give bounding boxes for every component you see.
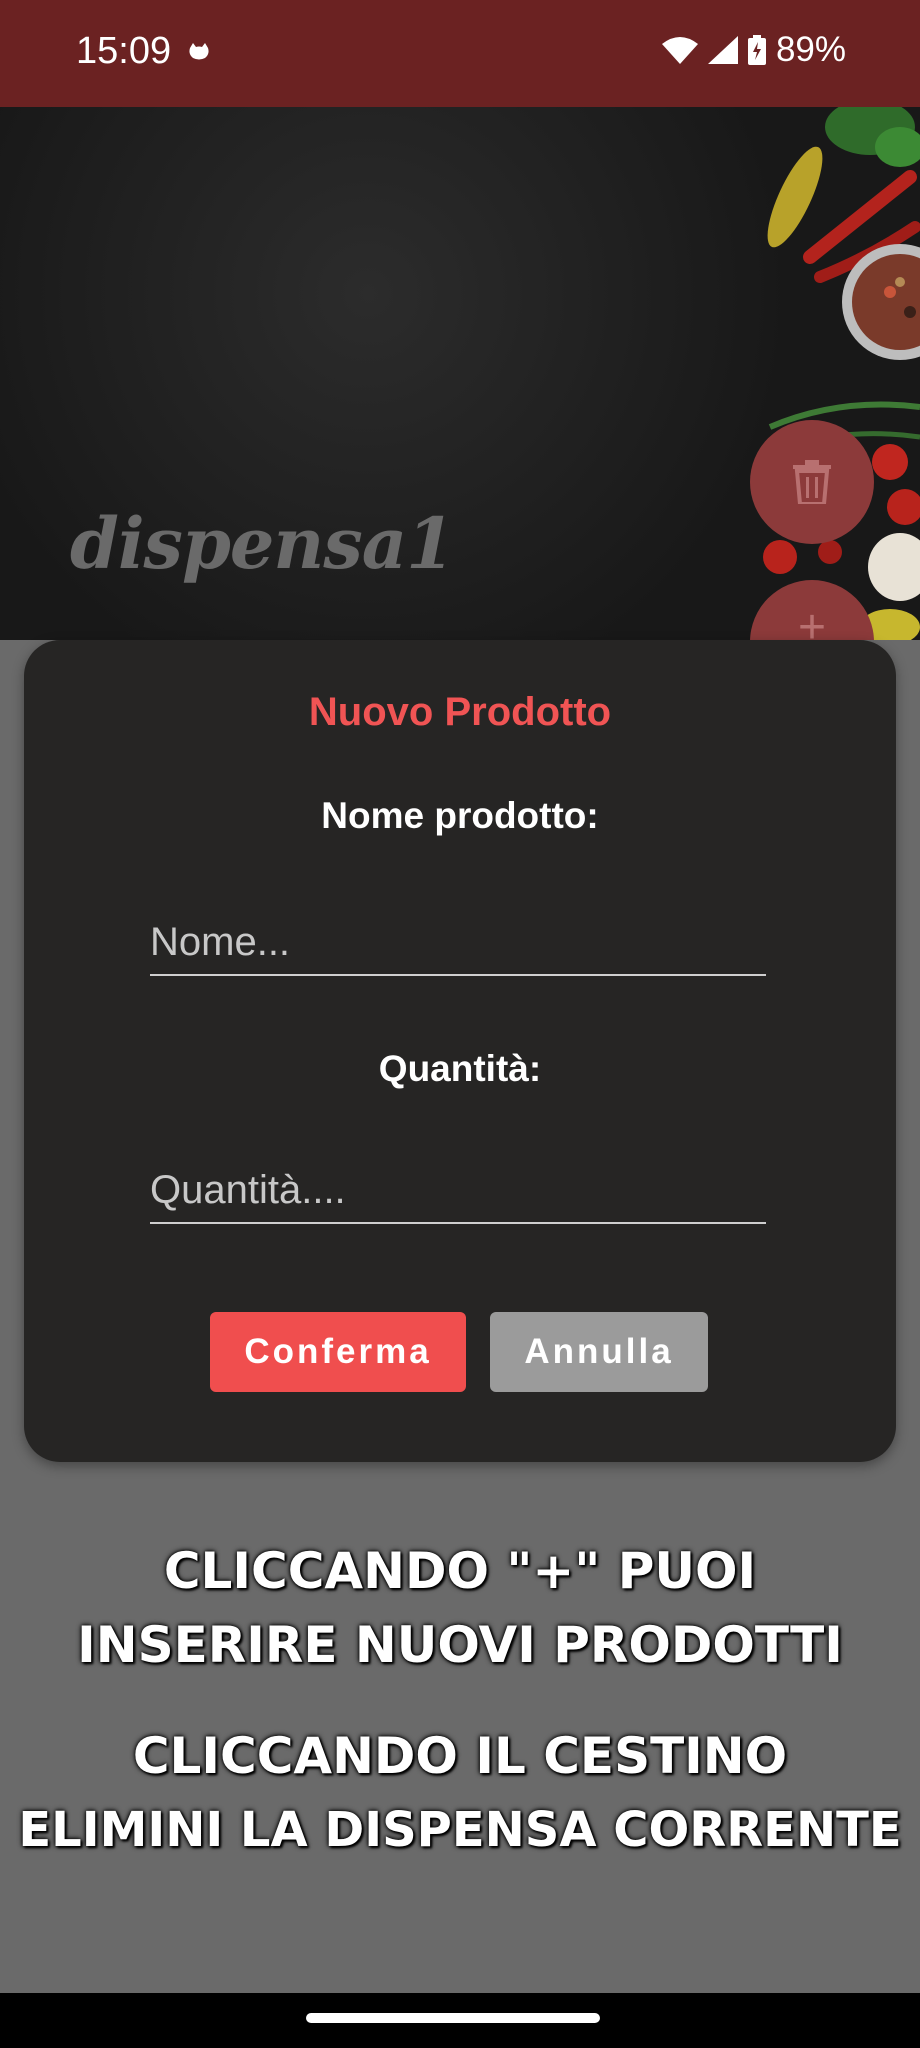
hero-banner: dispensa1 [0, 107, 920, 640]
product-name-label: Nome prodotto: [321, 795, 599, 836]
delete-pantry-button[interactable] [750, 420, 874, 544]
quantity-input[interactable] [150, 1158, 766, 1222]
product-name-input[interactable] [150, 910, 766, 974]
signal-icon [707, 36, 738, 64]
caption-add-line-2: INSERIRE NUOVI PRODOTTI [77, 1616, 843, 1674]
caption-add-line-1: CLICCANDO "+" PUOI [163, 1542, 757, 1600]
home-gesture-handle[interactable] [306, 2013, 600, 2023]
confirm-button[interactable]: Conferma [210, 1312, 466, 1392]
dialog-title: Nuovo Prodotto [308, 690, 612, 734]
quantity-field[interactable] [150, 1158, 766, 1224]
quantity-label: Quantità: [378, 1048, 542, 1089]
battery-charging-icon [747, 35, 766, 65]
cat-notification-icon [189, 43, 209, 60]
status-bar: 15:09 89% [0, 0, 920, 107]
trash-icon [793, 460, 831, 504]
navigation-bar [0, 1993, 920, 2048]
vegetables-decoration [763, 107, 920, 640]
caption-delete-line-1: CLICCANDO IL CESTINO [132, 1727, 788, 1785]
battery-percentage: 89% [775, 30, 846, 69]
status-time: 15:09 [76, 30, 172, 72]
cancel-button[interactable]: Annulla [490, 1312, 708, 1392]
new-product-dialog: Nuovo Prodotto Nome prodotto: Quantità: … [24, 640, 896, 1462]
product-name-field[interactable] [150, 910, 766, 976]
app-brand-logo: dispensa1 [70, 502, 455, 585]
wifi-icon [661, 37, 698, 64]
caption-delete-line-2: ELIMINI LA DISPENSA CORRENTE [18, 1802, 902, 1858]
